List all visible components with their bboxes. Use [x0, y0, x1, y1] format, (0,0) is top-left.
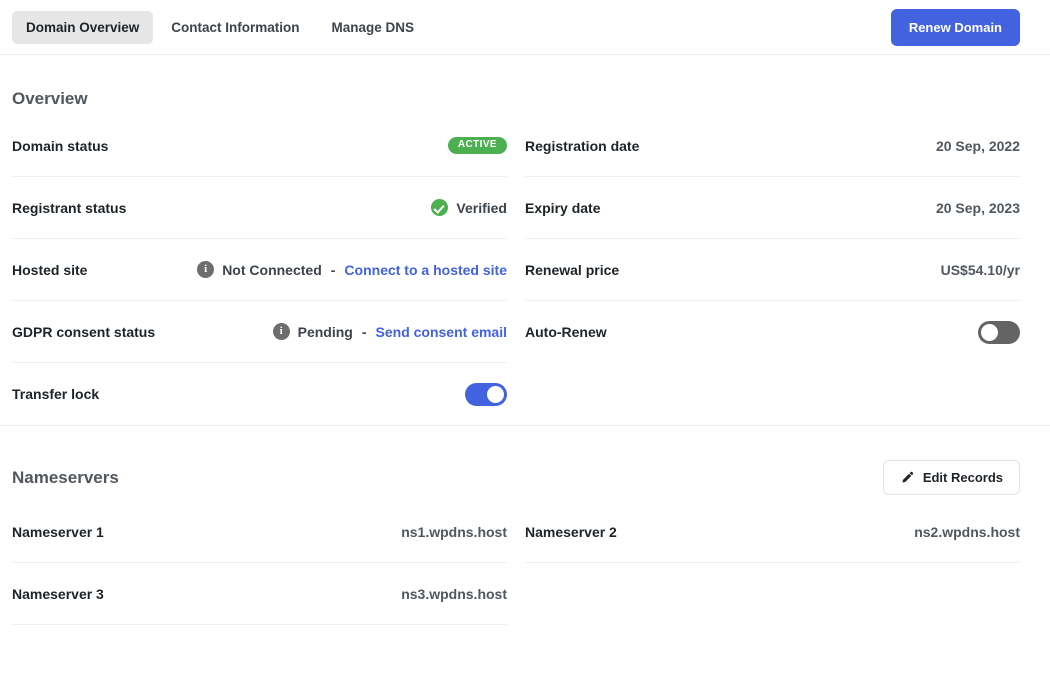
expiry-date-value: 20 Sep, 2023	[935, 199, 1020, 216]
tab-contact-information[interactable]: Contact Information	[157, 11, 313, 44]
toggle-knob	[487, 385, 504, 403]
row-auto-renew: Auto-Renew	[525, 301, 1020, 363]
nameserver-2-value: ns2.wpdns.host	[914, 523, 1020, 540]
auto-renew-label: Auto-Renew	[525, 324, 607, 340]
table-row: Nameserver 1 ns1.wpdns.host	[12, 501, 507, 563]
nameserver-1-value: ns1.wpdns.host	[401, 523, 507, 540]
renewal-price-value: US$54.10/yr	[940, 261, 1020, 278]
row-renewal-price: Renewal price US$54.10/yr	[525, 239, 1020, 301]
auto-renew-toggle[interactable]	[978, 320, 1020, 344]
info-icon: i	[197, 261, 215, 278]
hosted-site-label: Hosted site	[12, 261, 88, 278]
hosted-site-status: Not Connected	[222, 261, 322, 278]
overview-title: Overview	[12, 89, 88, 108]
gdpr-consent-value: i Pending - Send consent email	[272, 323, 507, 340]
renewal-price-label: Renewal price	[525, 261, 620, 278]
nameservers-section-header: Nameservers Edit Records	[12, 426, 1020, 501]
hosted-site-separator: -	[330, 261, 336, 278]
edit-records-button[interactable]: Edit Records	[882, 460, 1020, 495]
gdpr-consent-status-text: Pending	[297, 323, 353, 340]
nameservers-grid: Nameserver 1 ns1.wpdns.host Nameserver 3…	[12, 501, 1020, 625]
renew-domain-button[interactable]: Renew Domain	[890, 8, 1020, 46]
nameservers-right-column: Nameserver 2 ns2.wpdns.host	[525, 501, 1020, 625]
registration-date-label: Registration date	[525, 137, 640, 154]
connect-hosted-site-link[interactable]: Connect to a hosted site	[344, 262, 507, 278]
tab-manage-dns[interactable]: Manage DNS	[318, 11, 429, 44]
pencil-icon	[900, 471, 914, 485]
expiry-date-label: Expiry date	[525, 199, 601, 216]
hosted-site-value: i Not Connected - Connect to a hosted si…	[197, 261, 507, 278]
row-registrant-status: Registrant status Verified	[12, 177, 507, 239]
overview-section-header: Overview	[12, 55, 1020, 115]
page-header: Domain Overview Contact Information Mana…	[0, 0, 1050, 55]
send-consent-email-link[interactable]: Send consent email	[376, 324, 507, 340]
table-row: Nameserver 2 ns2.wpdns.host	[525, 501, 1020, 563]
gdpr-separator: -	[361, 323, 367, 340]
row-expiry-date: Expiry date 20 Sep, 2023	[525, 177, 1020, 239]
row-registration-date: Registration date 20 Sep, 2022	[525, 115, 1020, 177]
toggle-knob	[981, 323, 998, 341]
status-badge-active: Active	[447, 137, 507, 154]
nameservers-section: Nameservers Edit Records Nameserver 1 ns…	[0, 426, 1050, 625]
nameservers-left-column: Nameserver 1 ns1.wpdns.host Nameserver 3…	[12, 501, 507, 625]
overview-section: Overview Domain status Active Registrant…	[0, 55, 1050, 425]
gdpr-consent-label: GDPR consent status	[12, 323, 156, 340]
nameserver-3-value: ns3.wpdns.host	[401, 585, 507, 602]
overview-grid: Domain status Active Registrant status V…	[12, 115, 1020, 425]
nameservers-title: Nameservers	[12, 467, 119, 487]
row-transfer-lock: Transfer lock	[12, 363, 507, 425]
auto-renew-value	[978, 320, 1020, 344]
nameserver-3-label: Nameserver 3	[12, 585, 104, 602]
registrant-status-text: Verified	[456, 199, 507, 216]
transfer-lock-label: Transfer lock	[12, 386, 100, 402]
registrant-status-label: Registrant status	[12, 199, 127, 216]
registrant-status-value: Verified	[431, 199, 507, 216]
check-circle-icon	[431, 199, 449, 216]
overview-right-column: Registration date 20 Sep, 2022 Expiry da…	[525, 115, 1020, 425]
row-domain-status: Domain status Active	[12, 115, 507, 177]
row-gdpr-consent-status: GDPR consent status i Pending - Send con…	[12, 301, 507, 363]
domain-status-value: Active	[447, 137, 507, 154]
table-row: Nameserver 3 ns3.wpdns.host	[12, 563, 507, 625]
edit-records-label: Edit Records	[922, 470, 1003, 485]
info-icon: i	[272, 323, 290, 340]
nameserver-2-label: Nameserver 2	[525, 523, 617, 540]
tab-bar: Domain Overview Contact Information Mana…	[12, 10, 429, 44]
right-column-filler	[525, 363, 1020, 425]
transfer-lock-toggle[interactable]	[465, 382, 507, 406]
row-hosted-site: Hosted site i Not Connected - Connect to…	[12, 239, 507, 301]
tab-domain-overview[interactable]: Domain Overview	[12, 10, 154, 44]
domain-status-label: Domain status	[12, 137, 109, 154]
nameserver-1-label: Nameserver 1	[12, 523, 104, 540]
transfer-lock-value	[465, 382, 507, 406]
overview-left-column: Domain status Active Registrant status V…	[12, 115, 507, 425]
nameservers-right-filler	[525, 563, 1020, 625]
registration-date-value: 20 Sep, 2022	[935, 137, 1020, 154]
